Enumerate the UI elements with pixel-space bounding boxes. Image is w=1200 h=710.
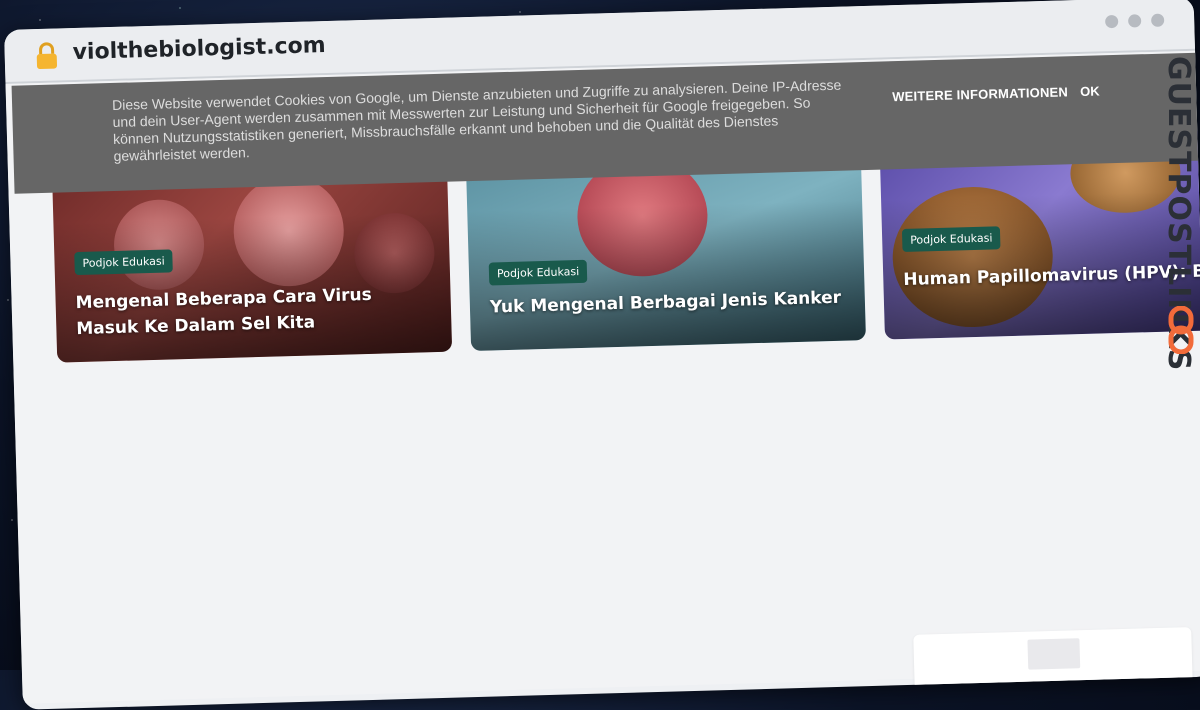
address-bar-url[interactable]: violthebiologist.com [72,33,326,65]
ok-button[interactable]: OK [1080,83,1100,99]
more-info-link[interactable]: WEITERE INFORMATIONEN [892,84,1068,104]
widget-thumbnail [1027,638,1081,670]
cookie-notice-text: Diese Website verwendet Cookies von Goog… [111,76,842,164]
window-dot-icon[interactable] [1150,13,1165,27]
chain-link-icon [1168,306,1194,354]
window-dot-icon[interactable] [1105,14,1119,29]
category-tag[interactable]: Podjok Edukasi [901,226,1001,252]
sidebar-widget [913,627,1193,695]
window-dot-icon[interactable] [1128,14,1142,28]
card-title[interactable]: Mengenal Beberapa Cara Virus Masuk Ke Da… [75,280,435,342]
lock-icon [36,42,58,70]
guestpostlinks-watermark: GUESTPOSTLINKS [1158,56,1198,371]
category-tag[interactable]: Podjok Edukasi [74,249,174,276]
browser-window: violthebiologist.com Podjok Edukasi Meng… [4,0,1200,710]
category-tag[interactable]: Podjok Edukasi [488,259,588,286]
window-controls [1105,13,1165,29]
